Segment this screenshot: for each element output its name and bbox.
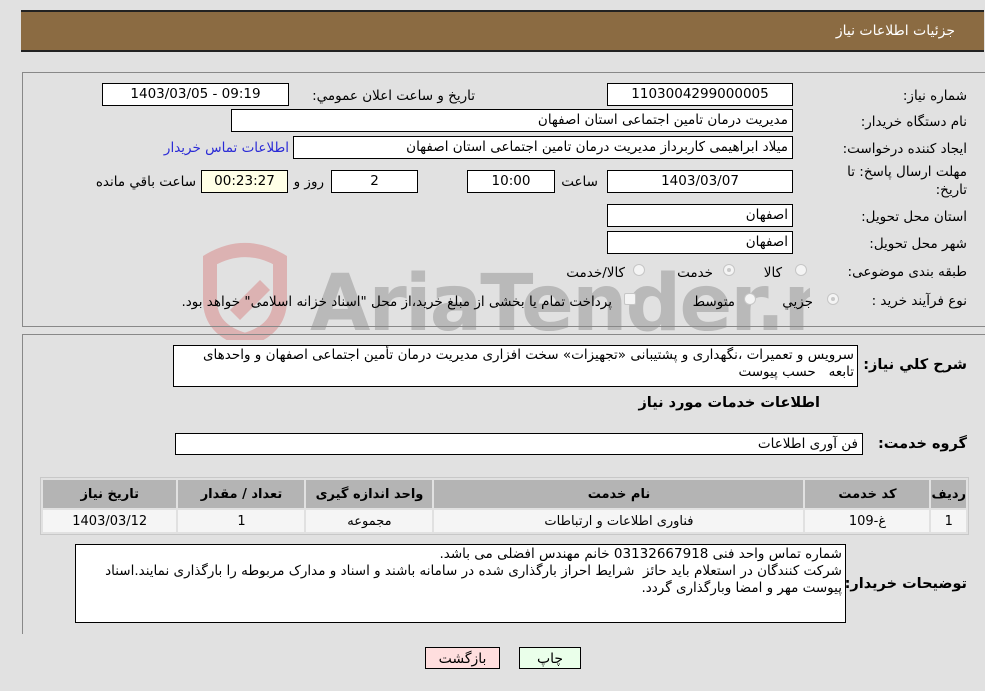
days-label: روز و <box>293 174 324 190</box>
col-header-service-name: نام خدمت <box>434 480 804 508</box>
purchase-type-radio-minor[interactable] <box>827 293 839 305</box>
purchase-type-label: نوع فرآیند خرید : <box>871 293 967 309</box>
treasury-note: پرداخت تمام یا بخشی از مبلغ خرید،از محل … <box>181 294 612 310</box>
print-button[interactable]: چاپ <box>519 647 581 669</box>
deadline-label-line2: تاریخ: <box>935 182 967 198</box>
services-table: ردیف کد خدمت نام خدمت واحد اندازه گیری ت… <box>40 477 969 535</box>
cell-service-code: غ-109 <box>805 510 930 532</box>
buyer-org-field: مدیریت درمان تامین اجتماعی استان اصفهان <box>231 109 793 132</box>
treasury-checkbox[interactable] <box>624 293 636 305</box>
time-remaining-label: ساعت باقي مانده <box>95 174 196 190</box>
announce-datetime-label: تاريخ و ساعت اعلان عمومي: <box>312 88 475 104</box>
back-button[interactable]: بازگشت <box>425 647 500 669</box>
announce-datetime-field: 1403/03/05 - 09:19 <box>102 83 289 106</box>
delivery-city-field: اصفهان <box>607 231 793 254</box>
time-remaining-field: 00:23:27 <box>201 170 288 193</box>
col-header-row-number: ردیف <box>931 480 966 508</box>
buyer-org-label: نام دستگاه خریدار: <box>860 114 967 130</box>
need-number-field: 1103004299000005 <box>607 83 793 106</box>
table-header-row: ردیف کد خدمت نام خدمت واحد اندازه گیری ت… <box>43 480 966 508</box>
buyer-notes-label: توضیحات خریدار: <box>844 576 967 592</box>
cell-service-name: فناوری اطلاعات و ارتباطات <box>434 510 804 532</box>
buyer-notes-textarea[interactable] <box>75 544 846 623</box>
service-group-label: گروه خدمت: <box>877 436 967 452</box>
category-option-service: خدمت <box>677 265 713 281</box>
deadline-label-line1: مهلت ارسال پاسخ: تا <box>847 164 967 180</box>
delivery-province-field: اصفهان <box>607 204 793 227</box>
purchase-type-option-medium: متوسط <box>692 294 735 310</box>
buyer-contact-link[interactable]: اطلاعات تماس خریدار <box>164 140 289 156</box>
cell-quantity: 1 <box>178 510 305 532</box>
col-header-unit: واحد اندازه گیری <box>306 480 433 508</box>
service-group-field: فن آوری اطلاعات <box>175 433 863 455</box>
category-radio-goods-service[interactable] <box>633 264 645 276</box>
cell-need-date: 1403/03/12 <box>43 510 177 532</box>
delivery-city-label: شهر محل تحویل: <box>869 236 967 252</box>
description-label: شرح كلي نياز: <box>863 357 967 373</box>
category-option-goods: کالا <box>763 265 782 281</box>
category-option-goods-service: کالا/خدمت <box>566 265 625 281</box>
purchase-type-radio-medium[interactable] <box>744 293 756 305</box>
services-section-title: اطلاعات خدمات مورد نیاز <box>638 395 820 411</box>
creator-label: ایجاد کننده درخواست: <box>842 141 967 157</box>
deadline-time-label: ساعت <box>561 174 598 190</box>
creator-field: میلاد ابراهیمی کاربرداز مدیریت درمان تام… <box>293 136 793 159</box>
category-radio-goods[interactable] <box>795 264 807 276</box>
page-header: جزئيات اطلاعات نياز <box>21 10 984 52</box>
need-number-label: شماره نیاز: <box>902 88 967 104</box>
delivery-province-label: استان محل تحویل: <box>861 209 967 225</box>
days-remaining-field: 2 <box>331 170 418 193</box>
page-title: جزئيات اطلاعات نياز <box>835 23 955 39</box>
deadline-time-field: 10:00 <box>467 170 555 193</box>
cell-unit: مجموعه <box>306 510 433 532</box>
deadline-date-field: 1403/03/07 <box>607 170 793 193</box>
category-label: طبقه بندی موضوعی: <box>847 264 967 280</box>
description-textarea[interactable] <box>173 345 858 387</box>
col-header-service-code: کد خدمت <box>805 480 930 508</box>
cell-row-number: 1 <box>931 510 966 532</box>
col-header-need-date: تاریخ نیاز <box>43 480 177 508</box>
table-row: 1 غ-109 فناوری اطلاعات و ارتباطات مجموعه… <box>43 510 966 532</box>
category-radio-service[interactable] <box>723 264 735 276</box>
purchase-type-option-minor: جزيي <box>782 294 813 310</box>
col-header-quantity: تعداد / مقدار <box>178 480 305 508</box>
